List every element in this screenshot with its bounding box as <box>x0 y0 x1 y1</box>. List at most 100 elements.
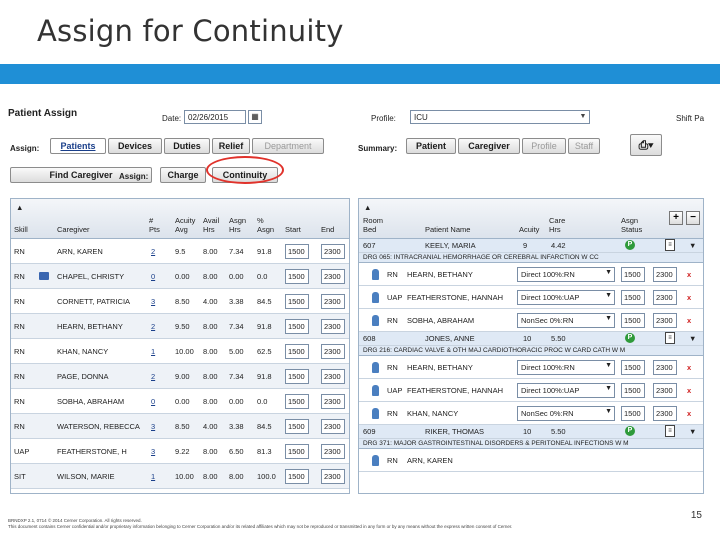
start-input[interactable]: 1500 <box>285 344 309 359</box>
caregiver-cell[interactable]: KHAN, NANCY <box>57 347 108 356</box>
start-input[interactable]: 1500 <box>285 444 309 459</box>
pts-link[interactable]: 1 <box>151 347 155 356</box>
end-input[interactable]: 2300 <box>321 244 345 259</box>
caregiver-cell[interactable]: CORNETT, PATRICIA <box>57 297 130 306</box>
remove-icon[interactable]: x <box>687 316 691 325</box>
assignment-type-select[interactable]: NonSec 0%:RN ▼ <box>517 313 615 328</box>
pts-link[interactable]: 0 <box>151 272 155 281</box>
end-input[interactable]: 2300 <box>321 394 345 409</box>
col-pct-asgn[interactable]: % Asgn <box>257 216 274 234</box>
start-input[interactable]: 1500 <box>621 406 645 421</box>
charge-button[interactable]: Charge <box>160 167 206 183</box>
document-icon[interactable]: ≡ <box>665 239 675 251</box>
patient-name[interactable]: JONES, ANNE <box>425 334 475 343</box>
calendar-icon[interactable]: ▦ <box>248 110 262 124</box>
col-pts[interactable]: # Pts <box>149 216 160 234</box>
pts-link[interactable]: 2 <box>151 322 155 331</box>
document-icon[interactable]: ≡ <box>665 332 675 344</box>
start-input[interactable]: 1500 <box>285 469 309 484</box>
caregiver-cell[interactable]: WATERSON, REBECCA <box>57 422 140 431</box>
col-asgn-status[interactable]: Asgn Status <box>621 216 642 234</box>
patient-row[interactable]: 607 KEELY, MARIA 9 4.42 P ≡ ▼ <box>359 239 703 253</box>
summary-profile-button[interactable]: Profile <box>522 138 566 154</box>
patient-name[interactable]: KEELY, MARIA <box>425 241 476 250</box>
remove-icon[interactable]: x <box>687 270 691 279</box>
table-row[interactable]: RN SOBHA, ABRAHAM 0 0.00 8.00 0.00 0.0 1500 2300 <box>11 389 349 414</box>
patient-row[interactable]: 608 JONES, ANNE 10 5.50 P ≡ ▼ <box>359 332 703 346</box>
end-input[interactable]: 2300 <box>321 294 345 309</box>
col-skill[interactable]: Skill <box>14 225 28 234</box>
table-row[interactable]: SIT WILSON, MARIE 1 10.00 8.00 8.00 100.0 1500 2… <box>11 464 349 489</box>
start-input[interactable]: 1500 <box>285 394 309 409</box>
caregiver-cell[interactable]: CHAPEL, CHRISTY <box>57 272 124 281</box>
collapse-all-button[interactable]: − <box>686 211 700 225</box>
table-row[interactable]: RN KHAN, NANCY 1 10.00 8.00 5.00 62.5 1500 2300 <box>11 339 349 364</box>
chevron-down-icon[interactable]: ▼ <box>689 241 696 250</box>
col-patient-name[interactable]: Patient Name <box>425 225 470 234</box>
col-caregiver[interactable]: Caregiver <box>57 225 90 234</box>
table-row[interactable]: UAP FEATHERSTONE, H 3 9.22 8.00 6.50 81.3 1500 2… <box>11 439 349 464</box>
start-input[interactable]: 1500 <box>285 419 309 434</box>
assignment-type-select[interactable]: Direct 100%:UAP ▼ <box>517 383 615 398</box>
col-acuity[interactable]: Acuity <box>519 225 539 234</box>
end-input[interactable]: 2300 <box>321 369 345 384</box>
assignment-row[interactable]: UAP FEATHERSTONE, HANNAH Direct 100%:UAP ▼ 1… <box>359 379 703 402</box>
end-input[interactable]: 2300 <box>321 319 345 334</box>
assignment-row[interactable]: RN HEARN, BETHANY Direct 100%:RN ▼ 1500 2300 x <box>359 263 703 286</box>
end-input[interactable]: 2300 <box>653 406 677 421</box>
assignment-type-select[interactable]: Direct 100%:RN ▼ <box>517 267 615 282</box>
col-room-bed[interactable]: Room Bed <box>363 216 383 234</box>
assignment-row[interactable]: RN HEARN, BETHANY Direct 100%:RN ▼ 1500 2300 x <box>359 356 703 379</box>
end-input[interactable]: 2300 <box>653 360 677 375</box>
print-icon[interactable]: ⎙▾ <box>630 134 662 156</box>
assignment-row[interactable]: RN ARN, KAREN <box>359 449 703 472</box>
end-input[interactable]: 2300 <box>653 383 677 398</box>
patient-name[interactable]: RIKER, THOMAS <box>425 427 484 436</box>
tab-relief[interactable]: Relief <box>212 138 250 154</box>
document-icon[interactable]: ≡ <box>665 425 675 437</box>
tab-department[interactable]: Department <box>252 138 324 154</box>
caregiver-cell[interactable]: SOBHA, ABRAHAM <box>57 397 124 406</box>
assignment-row[interactable]: RN SOBHA, ABRAHAM NonSec 0%:RN ▼ 1500 2300 x <box>359 309 703 332</box>
pts-link[interactable]: 2 <box>151 247 155 256</box>
end-input[interactable]: 2300 <box>321 269 345 284</box>
remove-icon[interactable]: x <box>687 386 691 395</box>
start-input[interactable]: 1500 <box>621 313 645 328</box>
caregiver-cell[interactable]: PAGE, DONNA <box>57 372 109 381</box>
remove-icon[interactable]: x <box>687 293 691 302</box>
caregiver-cell[interactable]: WILSON, MARIE <box>57 472 115 481</box>
end-input[interactable]: 2300 <box>653 290 677 305</box>
end-input[interactable]: 2300 <box>321 469 345 484</box>
start-input[interactable]: 1500 <box>285 369 309 384</box>
table-row[interactable]: RN CORNETT, PATRICIA 3 8.50 4.00 3.38 84.5 1500… <box>11 289 349 314</box>
pts-link[interactable]: 0 <box>151 397 155 406</box>
start-input[interactable]: 1500 <box>285 269 309 284</box>
table-row[interactable]: RN CHAPEL, CHRISTY 0 0.00 8.00 0.00 0.0 1500 230… <box>11 264 349 289</box>
col-end[interactable]: End <box>321 225 334 234</box>
table-row[interactable]: RN PAGE, DONNA 2 9.00 8.00 7.34 91.8 1500 2300 <box>11 364 349 389</box>
profile-select[interactable]: ICU ▼ <box>410 110 590 124</box>
end-input[interactable]: 2300 <box>321 444 345 459</box>
tab-devices[interactable]: Devices <box>108 138 162 154</box>
start-input[interactable]: 1500 <box>621 360 645 375</box>
assignment-type-select[interactable]: Direct 100%:UAP ▼ <box>517 290 615 305</box>
assignment-type-select[interactable]: Direct 100%:RN ▼ <box>517 360 615 375</box>
caregiver-cell[interactable]: HEARN, BETHANY <box>57 322 123 331</box>
table-row[interactable]: RN WATERSON, REBECCA 3 8.50 4.00 3.38 84.5 1500… <box>11 414 349 439</box>
table-row[interactable]: RN HEARN, BETHANY 2 9.50 8.00 7.34 91.8 1500 230… <box>11 314 349 339</box>
assignment-row[interactable]: UAP FEATHERSTONE, HANNAH Direct 100%:UAP ▼ 1… <box>359 286 703 309</box>
end-input[interactable]: 2300 <box>653 313 677 328</box>
chevron-down-icon[interactable]: ▼ <box>689 334 696 343</box>
remove-icon[interactable]: x <box>687 363 691 372</box>
caregiver-cell[interactable]: FEATHERSTONE, H <box>57 447 127 456</box>
start-input[interactable]: 1500 <box>285 244 309 259</box>
pts-link[interactable]: 2 <box>151 372 155 381</box>
col-start[interactable]: Start <box>285 225 301 234</box>
tab-duties[interactable]: Duties <box>164 138 210 154</box>
tab-patients[interactable]: Patients <box>50 138 106 154</box>
col-acuity-avg[interactable]: Acuity Avg <box>175 216 195 234</box>
summary-staff-button[interactable]: Staff <box>568 138 600 154</box>
summary-caregiver-button[interactable]: Caregiver <box>458 138 520 154</box>
chevron-down-icon[interactable]: ▼ <box>689 427 696 436</box>
end-input[interactable]: 2300 <box>653 267 677 282</box>
